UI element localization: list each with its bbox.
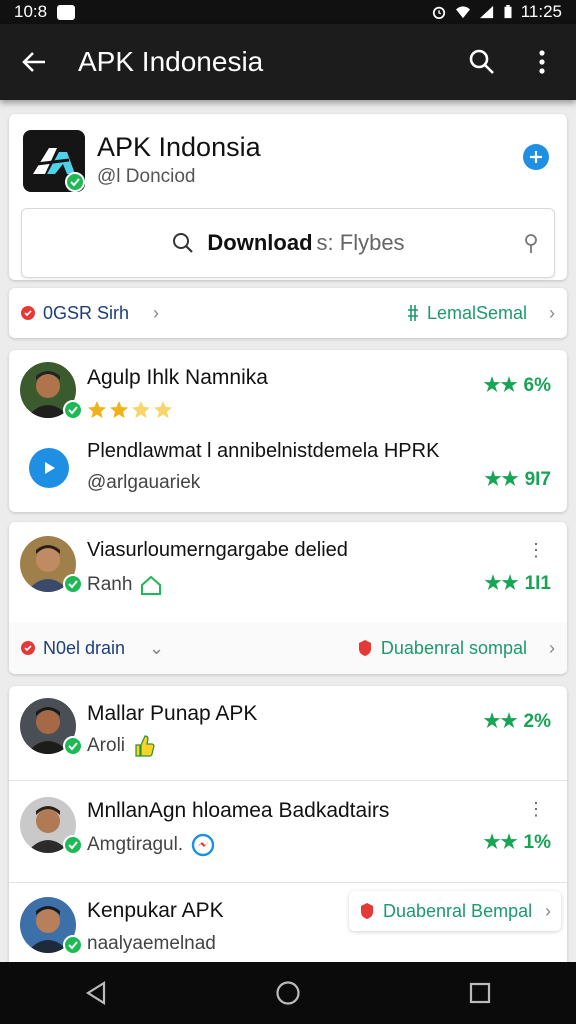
list-item[interactable]: MnllanAgn hloamea Badkadtairs Amgtiragul… xyxy=(9,781,567,881)
item-subtitle: naalyaemelnad xyxy=(87,933,216,954)
item-subtitle: Aroli xyxy=(87,735,126,756)
item-title: Viasurloumerngargabe delied xyxy=(87,539,348,561)
item-title: Plendlawmat l annibelnistdemela HPRK xyxy=(87,440,440,462)
listing-card-3: Mallar Punap APK Aroli ★★ 2% MnllanAgn h… xyxy=(9,686,567,964)
filter-strip[interactable]: N0el drain ⌄ Duabenral sompal › xyxy=(9,622,567,674)
search-icon[interactable] xyxy=(464,44,500,80)
rating-badge: ★★ 1% xyxy=(483,831,551,854)
wifi-icon xyxy=(455,6,470,19)
app-header-card: APK Indonsia @l Donciod Download s: Flyb… xyxy=(9,114,567,280)
double-star-icon: ★★ xyxy=(483,375,518,396)
chevron-right-icon[interactable]: › xyxy=(549,303,555,324)
strip-left-label: 0GSR Sirh xyxy=(43,302,130,323)
notification-icon xyxy=(57,4,76,20)
home-icon xyxy=(141,575,162,595)
filter-strip[interactable]: 0GSR Sirh › LemalSemal › xyxy=(9,288,567,338)
verified-check-icon xyxy=(63,935,83,955)
chip-label: Duabenral Bempal xyxy=(383,900,533,921)
thumbs-up-icon xyxy=(135,735,155,757)
more-vert-icon[interactable] xyxy=(524,44,560,80)
rating-badge: ★★ 6% xyxy=(483,374,551,397)
chevron-right-icon: › xyxy=(153,302,160,323)
system-nav-bar xyxy=(0,962,576,1024)
app-handle: @l Donciod xyxy=(97,166,196,187)
location-pin-icon[interactable] xyxy=(524,233,538,255)
list-item[interactable]: Kenpukar APK naalyaemelnad Duabenral Bem… xyxy=(9,883,567,964)
back-arrow-icon[interactable] xyxy=(16,44,52,80)
app-title: APK Indonesia xyxy=(78,46,264,77)
star-icon xyxy=(132,401,150,418)
listing-card-1: Agulp Ihlk Namnika ★★ 6% Plendlawmat l a… xyxy=(9,350,567,512)
item-subtitle: Ranh xyxy=(87,574,133,595)
badge-icon xyxy=(358,640,371,656)
status-bar: 10:8 11:25 xyxy=(0,0,576,24)
verified-check-icon xyxy=(65,172,85,192)
double-star-icon: ★★ xyxy=(484,573,519,594)
item-subtitle: Amgtiragul. xyxy=(87,834,184,855)
plus-icon xyxy=(530,151,542,163)
more-vert-icon[interactable]: ⋮ xyxy=(527,799,545,820)
add-button[interactable] xyxy=(523,144,549,170)
star-icon xyxy=(88,401,106,418)
strip-right-label[interactable]: Duabenral sompal xyxy=(381,638,527,659)
item-subtitle-wrap: Ranh xyxy=(87,574,162,596)
signal-icon xyxy=(479,5,493,19)
chip-button[interactable]: Duabenral Bempal › xyxy=(349,891,561,931)
messenger-icon xyxy=(191,833,215,857)
listing-card-2: Viasurloumerngargabe delied Ranh ⋮ ★★ 1I… xyxy=(9,522,567,674)
verified-check-icon xyxy=(63,736,83,756)
back-triangle-icon[interactable] xyxy=(78,975,114,1011)
star-icon xyxy=(110,401,128,418)
battery-icon xyxy=(504,5,512,19)
double-star-icon: ★★ xyxy=(484,469,519,490)
play-icon xyxy=(29,448,69,488)
chevron-right-icon[interactable]: › xyxy=(549,638,555,659)
hash-icon xyxy=(407,305,418,321)
rating-badge: ★★ 2% xyxy=(483,710,551,733)
home-circle-icon[interactable] xyxy=(270,975,306,1011)
list-item[interactable]: Plendlawmat l annibelnistdemela HPRK @ar… xyxy=(9,432,567,512)
status-time-right: 11:25 xyxy=(520,2,562,21)
strip-right-label[interactable]: LemalSemal xyxy=(427,303,527,324)
item-subtitle-wrap: Aroli xyxy=(87,734,155,758)
list-item[interactable]: Mallar Punap APK Aroli ★★ 2% xyxy=(9,686,567,780)
search-icon xyxy=(173,233,194,253)
verified-check-icon xyxy=(63,835,83,855)
item-title: Mallar Punap APK xyxy=(87,702,258,725)
app-bar: APK Indonesia xyxy=(0,24,576,100)
item-title: MnllanAgn hloamea Badkadtairs xyxy=(87,799,390,822)
list-item[interactable]: Agulp Ihlk Namnika ★★ 6% xyxy=(9,350,567,432)
rating-badge: ★★ 1I1 xyxy=(484,572,552,595)
recents-square-icon[interactable] xyxy=(462,975,498,1011)
double-star-icon: ★★ xyxy=(483,832,518,853)
item-title: Kenpukar APK xyxy=(87,899,224,922)
item-subtitle-wrap: Amgtiragul. xyxy=(87,833,215,857)
red-check-icon xyxy=(21,306,35,320)
strip-left-label: N0el drain xyxy=(43,637,126,658)
status-time-left: 10:8 xyxy=(14,2,48,21)
badge-icon xyxy=(361,903,373,919)
alarm-icon xyxy=(432,6,445,19)
search-bar[interactable]: Download s: Flybes xyxy=(21,208,555,278)
star-rating xyxy=(87,400,173,420)
item-subtitle: @arlgauariek xyxy=(87,472,201,493)
verified-check-icon xyxy=(63,574,83,594)
list-item[interactable]: Viasurloumerngargabe delied Ranh ⋮ ★★ 1I… xyxy=(9,522,567,622)
app-name: APK Indonsia xyxy=(97,132,261,162)
star-icon xyxy=(154,401,172,418)
chevron-down-icon[interactable]: ⌄ xyxy=(149,638,164,659)
item-title: Agulp Ihlk Namnika xyxy=(87,366,268,389)
search-text-bold: Download xyxy=(207,230,313,255)
red-check-icon xyxy=(21,641,35,655)
rating-badge: ★★ 9I7 xyxy=(484,468,552,491)
more-vert-icon[interactable]: ⋮ xyxy=(527,540,545,561)
status-icons: 11:25 xyxy=(431,2,562,22)
search-text-light: s: Flybes xyxy=(316,230,405,255)
double-star-icon: ★★ xyxy=(483,711,518,732)
chevron-right-icon: › xyxy=(545,900,551,921)
verified-check-icon xyxy=(63,400,83,420)
